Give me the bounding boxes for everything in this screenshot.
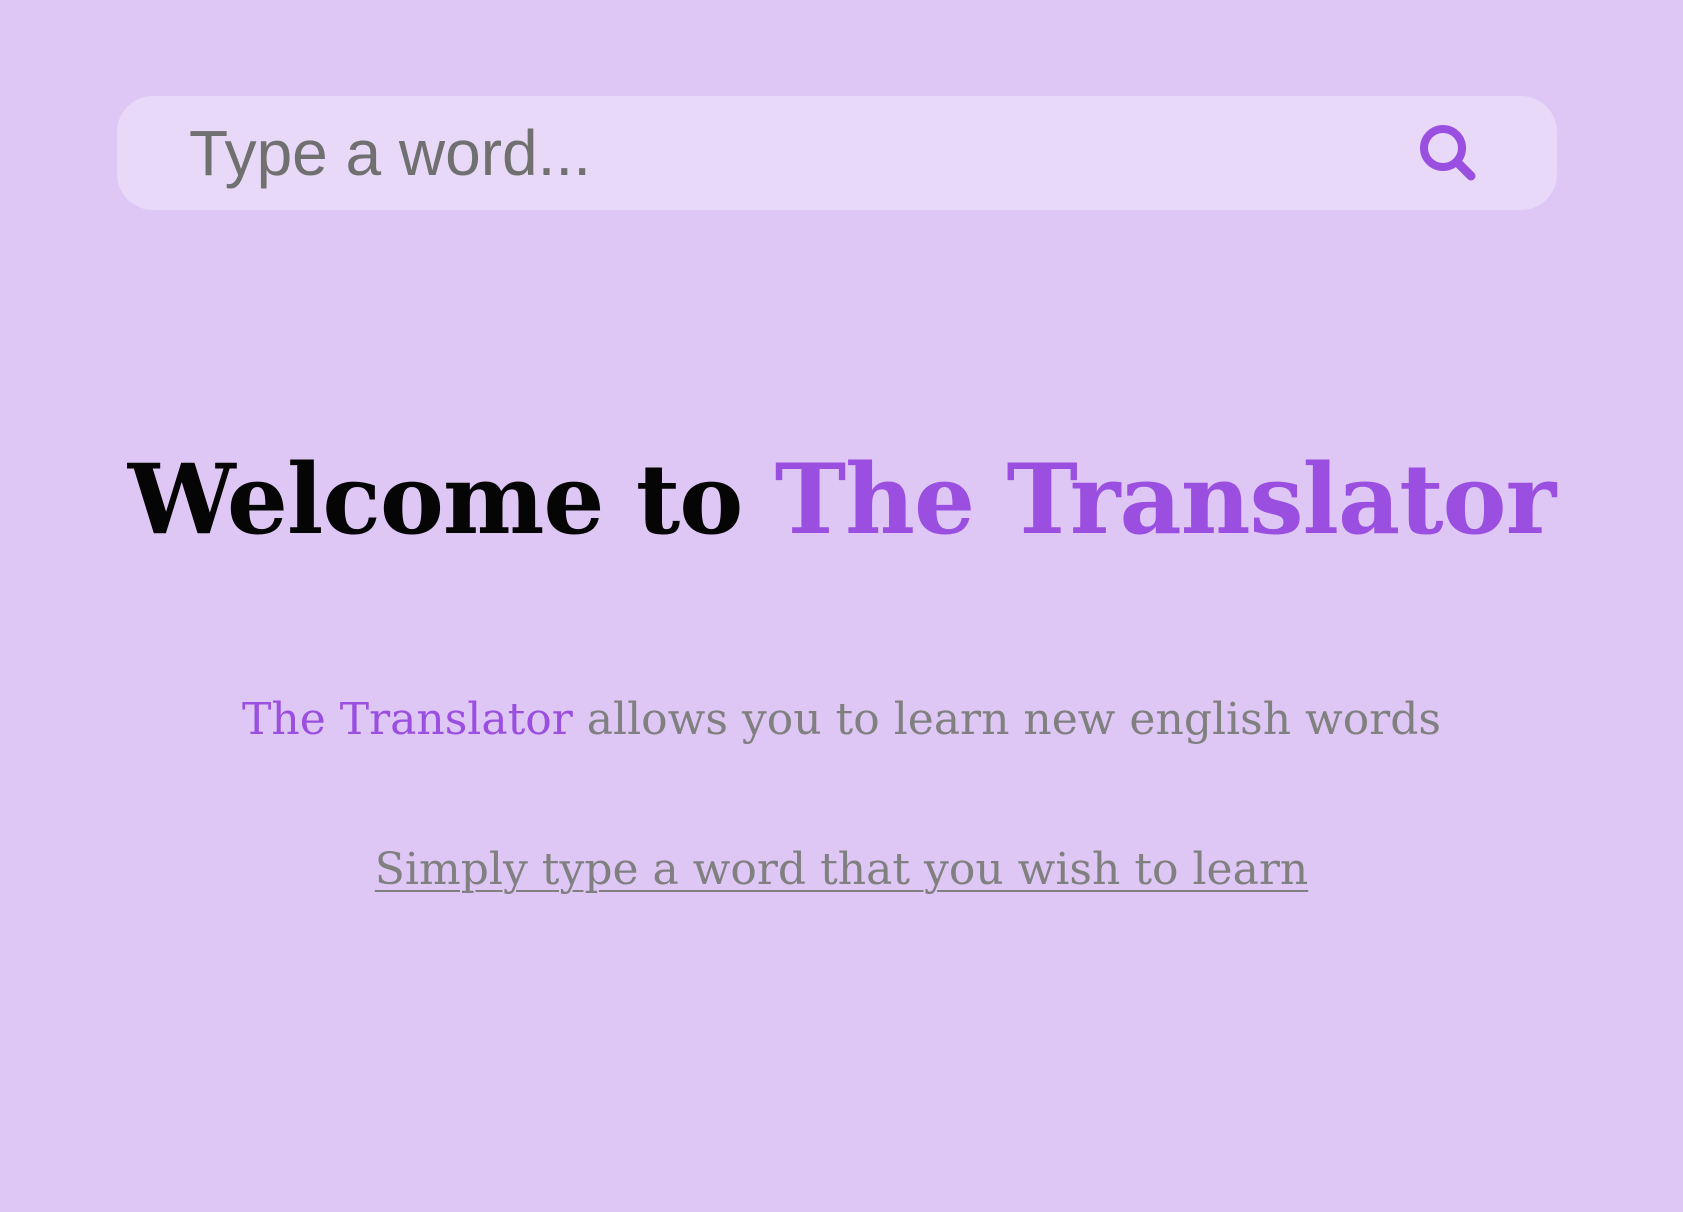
tagline: The Translator allows you to learn new e… <box>0 690 1683 750</box>
search-icon[interactable] <box>1413 118 1485 190</box>
title-brand: The Translator <box>774 443 1556 556</box>
search-bar <box>117 96 1557 210</box>
tagline-brand: The Translator <box>242 694 573 745</box>
search-input[interactable] <box>189 96 1389 210</box>
instruction-link[interactable]: Simply type a word that you wish to lear… <box>375 844 1308 895</box>
instruction: Simply type a word that you wish to lear… <box>0 840 1683 900</box>
title-prefix: Welcome to <box>127 443 775 556</box>
tagline-text: allows you to learn new english words <box>572 694 1441 745</box>
page-title: Welcome to The Translator <box>0 440 1683 560</box>
